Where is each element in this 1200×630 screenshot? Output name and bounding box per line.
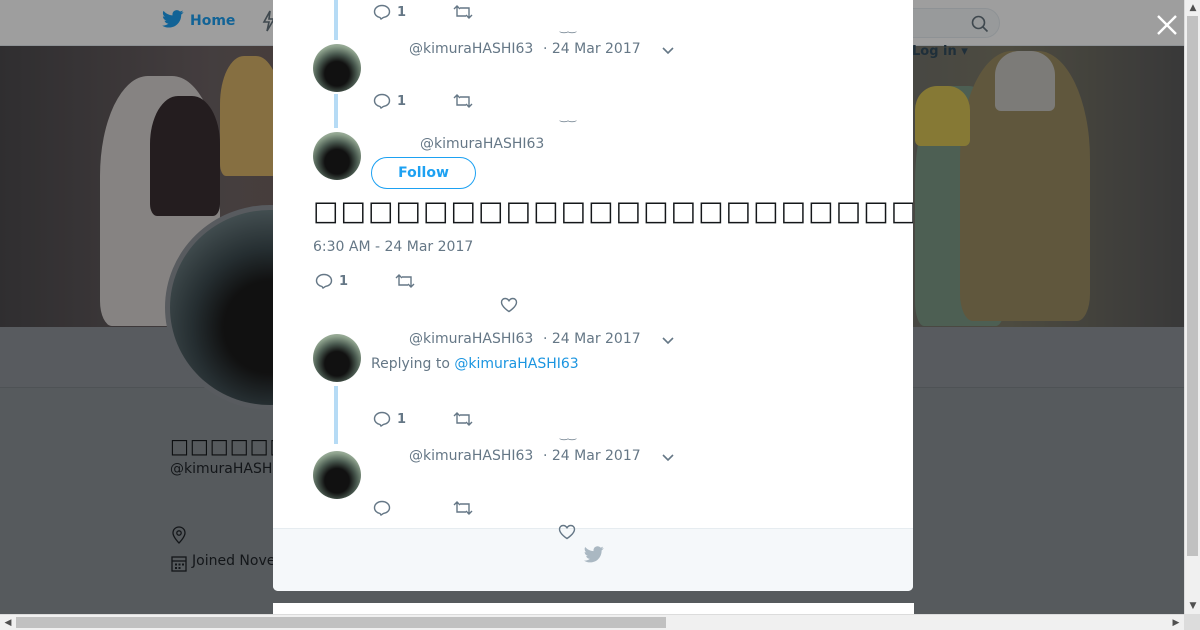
follow-button[interactable]: Follow bbox=[371, 157, 476, 189]
reply-icon bbox=[373, 411, 391, 427]
retweet-icon bbox=[453, 412, 473, 426]
login-link[interactable]: Log in ▾ bbox=[912, 44, 968, 59]
focused-tweet-timestamp[interactable]: 6:30 AM - 24 Mar 2017 bbox=[313, 239, 473, 255]
reply-action[interactable]: 1 bbox=[315, 273, 348, 289]
tweet-permalink-modal: 1 ‿‿ @kimuraHASHI63 · 24 Mar 2017 1 ‿‿ @… bbox=[273, 0, 913, 591]
close-icon[interactable] bbox=[1154, 12, 1180, 38]
horizontal-scrollbar[interactable]: ◀ ▶ bbox=[0, 614, 1184, 630]
like-icon bbox=[500, 297, 518, 313]
focused-tweet-avatar[interactable] bbox=[313, 132, 361, 180]
reply-action[interactable]: 1 bbox=[373, 4, 406, 20]
like-action[interactable] bbox=[500, 297, 518, 313]
reply-tweet-handle[interactable]: @kimuraHASHI63 bbox=[409, 331, 533, 347]
tweet-date[interactable]: · 24 Mar 2017 bbox=[543, 41, 641, 57]
reply-count: 1 bbox=[397, 93, 407, 109]
like-icon[interactable]: ‿‿ bbox=[560, 112, 576, 123]
retweet-icon bbox=[453, 501, 473, 515]
retweet-action[interactable] bbox=[453, 411, 473, 427]
reply-tweet-date[interactable]: · 24 Mar 2017 bbox=[543, 448, 641, 464]
vertical-scrollbar[interactable]: ▲ ▼ bbox=[1184, 0, 1200, 614]
like-icon[interactable] bbox=[558, 524, 576, 544]
reply-tweet-date[interactable]: · 24 Mar 2017 bbox=[543, 331, 641, 347]
retweet-icon bbox=[395, 274, 415, 288]
caret-down-icon[interactable] bbox=[661, 453, 675, 463]
scroll-up-arrow[interactable]: ▲ bbox=[1185, 0, 1200, 16]
retweet-action[interactable] bbox=[453, 500, 473, 516]
focused-tweet-handle[interactable]: @kimuraHASHI63 bbox=[420, 136, 544, 152]
reply-icon bbox=[373, 500, 391, 516]
retweet-action[interactable] bbox=[453, 4, 473, 20]
scroll-right-arrow[interactable]: ▶ bbox=[1168, 615, 1184, 630]
horizontal-scroll-thumb[interactable] bbox=[16, 617, 666, 628]
scroll-down-arrow[interactable]: ▼ bbox=[1185, 598, 1200, 614]
reply-tweet-avatar[interactable] bbox=[313, 334, 361, 382]
replying-to: Replying to @kimuraHASHI63 bbox=[371, 356, 579, 372]
caret-down-icon[interactable] bbox=[661, 46, 675, 56]
like-icon[interactable]: ‿‿ bbox=[560, 23, 576, 34]
replying-to-prefix: Replying to bbox=[371, 356, 450, 372]
retweet-icon bbox=[453, 94, 473, 108]
focused-tweet-text: □□□□□□□□□□□□□□□□□□□□□□□□□□□□□□□□□□□□□□□□… bbox=[313, 196, 913, 227]
reply-tweet-avatar[interactable] bbox=[313, 451, 361, 499]
tweet-avatar[interactable] bbox=[313, 44, 361, 92]
like-icon[interactable]: ‿‿ bbox=[560, 430, 576, 441]
reply-icon bbox=[373, 4, 391, 20]
reply-action[interactable]: 1 bbox=[373, 93, 406, 109]
next-modal-edge bbox=[273, 603, 914, 614]
retweet-icon bbox=[453, 5, 473, 19]
reply-action[interactable] bbox=[373, 500, 391, 516]
thread-line bbox=[334, 94, 338, 128]
scrollbar-corner bbox=[1184, 614, 1200, 630]
reply-count: 1 bbox=[397, 411, 407, 427]
reply-icon bbox=[373, 93, 391, 109]
thread-line bbox=[334, 386, 338, 444]
twitter-bird-icon bbox=[584, 546, 604, 567]
thread-line bbox=[334, 0, 338, 40]
reply-action[interactable]: 1 bbox=[373, 411, 406, 427]
replying-to-link[interactable]: @kimuraHASHI63 bbox=[454, 356, 578, 372]
tweet-handle[interactable]: @kimuraHASHI63 bbox=[409, 41, 533, 57]
vertical-scroll-thumb[interactable] bbox=[1187, 16, 1198, 556]
scroll-left-arrow[interactable]: ◀ bbox=[0, 615, 16, 630]
retweet-action[interactable] bbox=[395, 273, 415, 289]
reply-icon bbox=[315, 273, 333, 289]
retweet-action[interactable] bbox=[453, 93, 473, 109]
caret-down-icon[interactable] bbox=[661, 336, 675, 346]
reply-tweet-handle[interactable]: @kimuraHASHI63 bbox=[409, 448, 533, 464]
reply-count: 1 bbox=[397, 4, 407, 20]
modal-footer bbox=[273, 528, 913, 591]
reply-count: 1 bbox=[339, 273, 349, 289]
